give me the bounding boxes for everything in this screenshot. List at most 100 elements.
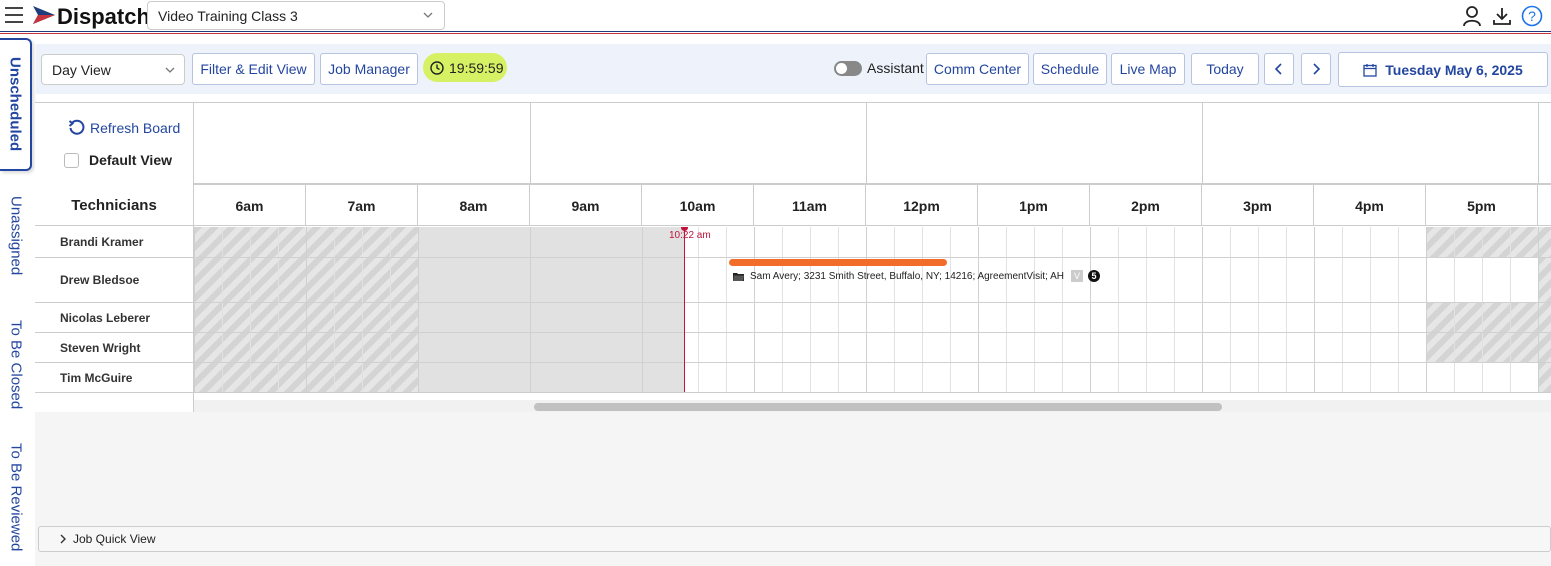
hour-label: 7am <box>306 185 418 226</box>
view-select-value: Day View <box>52 62 111 78</box>
row-divider <box>194 332 1551 333</box>
view-select[interactable]: Day View <box>41 54 185 85</box>
default-view-checkbox[interactable]: Default View <box>64 152 172 168</box>
timer-badge: 19:59:59 <box>423 53 507 82</box>
board-top-grid <box>194 103 1551 185</box>
schedule-button[interactable]: Schedule <box>1033 53 1107 85</box>
tab-to-be-reviewed[interactable]: To Be Reviewed <box>0 436 32 558</box>
calendar-icon <box>1363 63 1377 77</box>
grid-line <box>1202 227 1203 392</box>
grid-line <box>222 227 223 392</box>
grid-line <box>1258 227 1259 392</box>
grid-line <box>1146 227 1147 392</box>
grid-line <box>474 227 475 392</box>
grid-divider <box>1202 103 1203 185</box>
hour-label: 9am <box>530 185 642 226</box>
grid-line <box>670 227 671 392</box>
grid-line <box>1090 227 1091 392</box>
prev-day-button[interactable] <box>1264 53 1294 85</box>
current-time-line <box>684 227 685 392</box>
grid-line <box>726 227 727 392</box>
default-view-label: Default View <box>89 152 172 168</box>
grid-line <box>866 227 867 392</box>
grid-line <box>558 227 559 392</box>
date-picker-button[interactable]: Tuesday May 6, 2025 <box>1338 52 1548 87</box>
job-badge-v: V <box>1070 270 1083 282</box>
app-header: Dispatch Video Training Class 3 ? <box>0 0 1551 32</box>
job-quick-view-panel[interactable]: Job Quick View <box>38 526 1551 552</box>
off-hours-shading <box>1538 258 1551 302</box>
hour-label: 6am <box>194 185 306 226</box>
grid-line <box>1062 227 1063 392</box>
scrollbar-thumb[interactable] <box>534 403 1222 411</box>
grid-line <box>1454 227 1455 392</box>
job-badge-count: 5 <box>1087 270 1100 282</box>
job-bar[interactable] <box>729 259 947 266</box>
assistant-toggle[interactable] <box>834 61 862 76</box>
help-icon[interactable]: ? <box>1521 5 1543 27</box>
grid-line <box>1538 227 1539 392</box>
technician-name[interactable]: Steven Wright <box>35 333 194 362</box>
clock-icon <box>430 60 444 75</box>
hour-label: 5pm <box>1426 185 1538 226</box>
grid-line <box>1174 227 1175 392</box>
job-details[interactable]: Sam Avery; 3231 Smith Street, Buffalo, N… <box>733 270 1100 282</box>
folder-icon <box>733 272 744 281</box>
technician-name[interactable]: Brandi Kramer <box>35 227 194 257</box>
dispatch-logo-icon <box>33 6 55 24</box>
grid-line <box>1286 227 1287 392</box>
grid-line <box>306 227 307 392</box>
hour-label: 10am <box>642 185 754 226</box>
date-label: Tuesday May 6, 2025 <box>1385 61 1523 78</box>
grid-line <box>754 227 755 392</box>
technicians-header: Technicians <box>35 185 194 226</box>
grid-line <box>894 227 895 392</box>
grid-line <box>698 227 699 392</box>
timer-value: 19:59:59 <box>449 59 504 76</box>
hour-label: 12pm <box>866 185 978 226</box>
technician-name[interactable]: Drew Bledsoe <box>35 258 194 302</box>
live-map-button[interactable]: Live Map <box>1111 53 1185 85</box>
row-divider <box>194 257 1551 258</box>
refresh-board-link[interactable]: Refresh Board <box>68 119 180 136</box>
tab-to-be-closed[interactable]: To Be Closed <box>0 310 32 420</box>
class-select-value: Video Training Class 3 <box>158 8 298 24</box>
assistant-label: Assistant <box>867 60 924 76</box>
technician-name[interactable]: Nicolas Leberer <box>35 303 194 332</box>
grid-line <box>1482 227 1483 392</box>
grid-divider <box>1538 103 1539 185</box>
grid-line <box>278 227 279 392</box>
chevron-down-icon <box>423 12 433 18</box>
grid-line <box>950 227 951 392</box>
user-icon[interactable] <box>1461 5 1483 27</box>
class-select[interactable]: Video Training Class 3 <box>147 1 445 30</box>
job-manager-button[interactable]: Job Manager <box>320 53 418 85</box>
menu-icon[interactable] <box>5 7 23 23</box>
chevron-right-icon <box>1313 63 1321 75</box>
download-icon[interactable] <box>1491 5 1513 27</box>
grid-line <box>1230 227 1231 392</box>
tab-unassigned[interactable]: Unassigned <box>0 186 32 286</box>
grid-divider <box>530 103 531 185</box>
grid-line <box>1342 227 1343 392</box>
grid-line <box>1314 227 1315 392</box>
tab-unscheduled[interactable]: Unscheduled <box>0 38 32 171</box>
grid-line <box>1398 227 1399 392</box>
grid-line <box>250 227 251 392</box>
row-divider <box>194 362 1551 363</box>
app-name: Dispatch <box>57 4 150 29</box>
hour-label: 8am <box>418 185 530 226</box>
technician-name[interactable]: Tim McGuire <box>35 363 194 392</box>
comm-center-button[interactable]: Comm Center <box>926 53 1029 85</box>
refresh-board-label: Refresh Board <box>90 119 181 136</box>
checkbox-box[interactable] <box>64 152 79 168</box>
job-quick-view-label: Job Quick View <box>73 532 156 546</box>
hour-label: 11am <box>754 185 866 226</box>
next-day-button[interactable] <box>1301 53 1331 85</box>
grid-line <box>642 227 643 392</box>
hour-label: 2pm <box>1090 185 1202 226</box>
today-button[interactable]: Today <box>1191 53 1259 85</box>
svg-text:?: ? <box>1528 8 1536 24</box>
hour-label: 1pm <box>978 185 1090 226</box>
filter-edit-view-button[interactable]: Filter & Edit View <box>192 53 315 85</box>
